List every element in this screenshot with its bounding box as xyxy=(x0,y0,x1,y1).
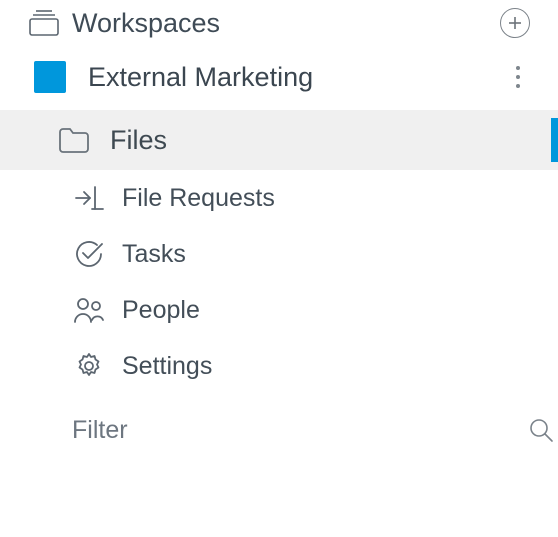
workspaces-stack-icon xyxy=(28,9,68,37)
gear-icon xyxy=(72,349,106,383)
nav-label-tasks: Tasks xyxy=(122,240,186,269)
folder-icon xyxy=(56,122,92,158)
sidebar: Workspaces External Marketing Files xyxy=(0,0,558,460)
workspace-name: External Marketing xyxy=(88,62,506,93)
add-workspace-button[interactable] xyxy=(500,8,530,38)
nav-item-settings[interactable]: Settings xyxy=(0,338,558,394)
nav-item-people[interactable]: People xyxy=(0,282,558,338)
filter-label: Filter xyxy=(72,416,528,445)
workspace-color-swatch xyxy=(34,61,66,93)
people-icon xyxy=(72,293,106,327)
nav-label-file-requests: File Requests xyxy=(122,184,275,213)
nav-label-people: People xyxy=(122,296,200,325)
search-icon[interactable] xyxy=(528,417,554,443)
nav-item-file-requests[interactable]: File Requests xyxy=(0,170,558,226)
nav-label-settings: Settings xyxy=(122,352,212,381)
filter-row[interactable]: Filter xyxy=(0,400,558,460)
nav-sub-list: File Requests Tasks People xyxy=(0,170,558,394)
nav-item-tasks[interactable]: Tasks xyxy=(0,226,558,282)
workspace-menu-button[interactable] xyxy=(506,59,530,95)
nav-item-files[interactable]: Files xyxy=(0,110,558,170)
check-circle-icon xyxy=(72,237,106,271)
workspaces-title: Workspaces xyxy=(68,8,500,39)
nav-label-files: Files xyxy=(110,125,167,156)
workspace-item[interactable]: External Marketing xyxy=(0,44,558,110)
workspaces-header: Workspaces xyxy=(0,2,558,44)
inbox-arrow-icon xyxy=(72,181,106,215)
